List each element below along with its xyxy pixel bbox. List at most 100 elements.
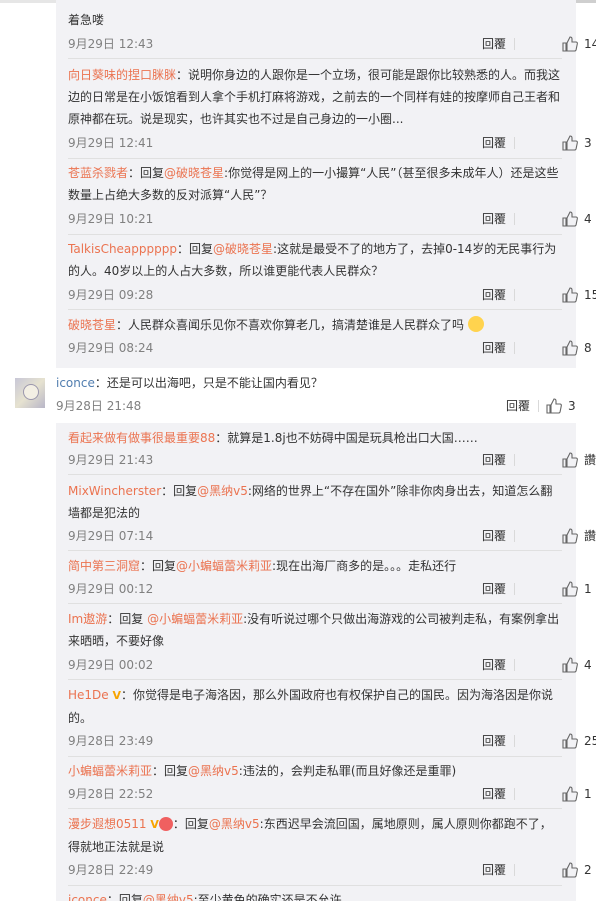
comment-body: :至少黄色的确实还是不允许	[193, 893, 342, 901]
comment-user[interactable]: iconce	[56, 376, 95, 390]
comment-time: 9月29日 00:02	[68, 658, 154, 672]
thumbs-up-icon	[562, 528, 578, 544]
comment-text: TalkisCheapppppp：回复@破晓苍星:这就是最受不了的地方了，去掉0…	[68, 238, 562, 282]
comment-user[interactable]: 看起来做有做事很最重要88	[68, 431, 215, 445]
comment-time: 9月29日 00:12	[68, 582, 154, 596]
divider	[514, 530, 515, 542]
comment-body: 就算是1.8j也不妨碍中国是玩具枪出口大国……	[227, 431, 478, 445]
comment-meta: 9月29日 12:43 回覆 14	[68, 35, 596, 53]
comment-text: 看起来做有做事很最重要88：就算是1.8j也不妨碍中国是玩具枪出口大国……	[68, 427, 562, 449]
like-button[interactable]: 3	[546, 397, 576, 415]
emoji-icon	[467, 316, 484, 332]
thumbs-up-icon	[562, 135, 578, 151]
reply-button[interactable]: 回覆	[482, 286, 506, 304]
comment-user[interactable]: MixWincherster	[68, 484, 161, 498]
mention-link[interactable]: @黑纳v5	[209, 817, 260, 831]
comment-sep: ：回复	[107, 612, 148, 626]
mention-link[interactable]: @小蝙蝠蕾米莉亚	[176, 559, 272, 573]
thumbs-up-icon	[562, 581, 578, 597]
divider	[68, 474, 562, 475]
reply-button[interactable]: 回覆	[482, 339, 506, 357]
comment-sep: ：	[176, 68, 189, 82]
reply-button[interactable]: 回覆	[482, 527, 506, 545]
divider	[68, 756, 562, 757]
comment-body: 还是可以出海吧，只是不能让国内看见？	[106, 376, 323, 390]
reply-button[interactable]: 回覆	[482, 732, 506, 750]
comment-sep: ：回复	[177, 242, 214, 256]
reply-button[interactable]: 回覆	[482, 580, 506, 598]
comment-time: 9月29日 12:41	[68, 136, 154, 150]
reply-button[interactable]: 回覆	[482, 210, 506, 228]
like-count: 2	[584, 863, 592, 877]
mention-link[interactable]: @黑纳v5	[143, 893, 194, 901]
divider	[68, 234, 562, 235]
divider	[514, 659, 515, 671]
reply-button[interactable]: 回覆	[482, 451, 506, 469]
comment-user[interactable]: iconce	[68, 893, 107, 901]
reply-button[interactable]: 回覆	[506, 397, 530, 415]
divider	[68, 58, 562, 59]
divider	[514, 137, 515, 149]
comment-user[interactable]: 破晓苍星	[68, 318, 116, 332]
mention-link[interactable]: @小蝙蝠蕾米莉亚	[147, 612, 243, 626]
divider	[514, 342, 515, 354]
comment-meta: 9月29日 21:43 回覆 讚	[68, 451, 596, 469]
mention-link[interactable]: @黑纳v5	[188, 764, 239, 778]
comment-meta: 9月28日 21:48 回覆 3	[56, 397, 576, 415]
comment-text: 简中第三洞窟：回复@小蝙蝠蕾米莉亚:现在出海厂商多的是。。。走私还行	[68, 555, 562, 577]
thumbs-up-icon	[562, 340, 578, 356]
mention-link[interactable]: @破晓苍星	[213, 242, 273, 256]
reply-button[interactable]: 回覆	[482, 656, 506, 674]
comment-text: Im遨游：回复 @小蝙蝠蕾米莉亚:没有听说过哪个只做出海游戏的公司被判走私，有案…	[68, 608, 562, 652]
comment-time: 9月29日 21:43	[68, 453, 154, 467]
comment-user[interactable]: 简中第三洞窟	[68, 559, 140, 573]
like-count: 讚	[584, 529, 596, 543]
reply-button[interactable]: 回覆	[482, 861, 506, 879]
thumbs-up-icon	[546, 398, 562, 414]
comment-meta: 9月28日 23:49 回覆 25	[68, 732, 596, 750]
divider	[514, 38, 515, 50]
comment-body: :现在出海厂商多的是。。。走私还行	[272, 559, 457, 573]
comment-meta: 9月29日 10:21 回覆 4	[68, 210, 592, 228]
like-count: 4	[584, 212, 592, 226]
divider	[68, 603, 562, 604]
like-count: 15	[584, 288, 596, 302]
reply-button[interactable]: 回覆	[482, 785, 506, 803]
thumbs-up-icon	[562, 657, 578, 673]
thumbs-up-icon	[562, 287, 578, 303]
comment-time: 9月29日 08:24	[68, 341, 154, 355]
comment-meta: 9月29日 07:14 回覆 讚	[68, 527, 596, 545]
mention-link[interactable]: @破晓苍星	[164, 166, 224, 180]
comment-user[interactable]: Im遨游	[68, 612, 107, 626]
verified-badge: V	[150, 818, 159, 831]
comment-text: 破晓苍星：人民群众喜闻乐见你不喜欢你算老几，搞清楚谁是人民群众了吗	[68, 314, 562, 336]
comment-text: 苍蓝杀戮者：回复@破晓苍星:你觉得是网上的一小撮算“人民”（甚至很多未成年人）还…	[68, 162, 562, 206]
thumbs-up-icon	[562, 786, 578, 802]
comment-sep: ：回复	[161, 484, 198, 498]
comment-text: iconce：还是可以出海吧，只是不能让国内看见？	[56, 372, 576, 394]
comment-meta: 9月29日 00:02 回覆 4	[68, 656, 592, 674]
reply-button[interactable]: 回覆	[482, 134, 506, 152]
divider	[514, 788, 515, 800]
comment-meta: 9月28日 22:52 回覆 1	[68, 785, 592, 803]
comment-time: 9月28日 22:52	[68, 787, 154, 801]
comment-user[interactable]: TalkisCheapppppp	[68, 242, 177, 256]
mention-link[interactable]: @黑纳v5	[197, 484, 248, 498]
thumbs-up-icon	[562, 36, 578, 52]
medal-icon	[158, 817, 173, 831]
divider	[514, 454, 515, 466]
comment-user[interactable]: 向日葵味的捏口脒脒	[68, 68, 176, 82]
like-count: 讚	[584, 453, 596, 467]
comment-sep: ：	[116, 318, 129, 332]
like-count: 1	[584, 582, 592, 596]
comment-sep: ：回复	[106, 893, 143, 901]
comment-user[interactable]: 漫步遐想0511	[68, 817, 147, 831]
comment-user[interactable]: 小蝙蝠蕾米莉亚	[68, 764, 152, 778]
reply-button[interactable]: 回覆	[482, 35, 506, 53]
comment-user[interactable]: 苍蓝杀戮者	[68, 166, 128, 180]
like-count: 8	[584, 341, 592, 355]
comment-meta: 9月29日 12:41 回覆 3	[68, 134, 592, 152]
comment-time: 9月29日 10:21	[68, 212, 154, 226]
avatar[interactable]	[15, 378, 45, 408]
comment-user[interactable]: He1De	[68, 688, 109, 702]
